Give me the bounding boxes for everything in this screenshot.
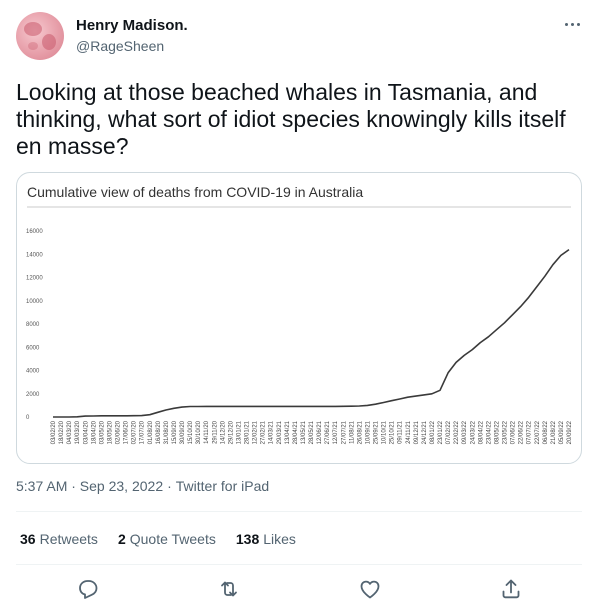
x-tick-label: 18/05/20 [107, 420, 113, 444]
x-tick-label: 23/05/22 [503, 420, 509, 444]
reply-icon[interactable] [76, 577, 100, 601]
x-tick-label: 29/11/20 [212, 420, 218, 444]
x-tick-label: 24/12/21 [422, 420, 428, 444]
stats-row: 36 Retweets 2 Quote Tweets 138 Likes [20, 531, 296, 547]
x-tick-label: 27/06/21 [325, 420, 331, 444]
x-tick-label: 14/12/20 [220, 420, 226, 444]
x-tick-label: 10/09/21 [365, 420, 371, 444]
x-tick-label: 24/03/22 [470, 420, 476, 444]
chart: Cumulative view of deaths from COVID-19 … [26, 184, 573, 444]
x-tick-label: 02/06/20 [116, 420, 122, 444]
x-tick-label: 10/10/21 [382, 420, 388, 444]
likes-stat[interactable]: 138 Likes [236, 531, 296, 547]
x-tick-label: 07/06/22 [511, 420, 517, 444]
x-tick-label: 23/04/22 [486, 420, 492, 444]
x-tick-label: 07/02/22 [446, 420, 452, 444]
x-tick-label: 16/08/20 [156, 420, 162, 444]
x-tick-label: 09/03/22 [462, 420, 468, 444]
x-tick-label: 12/06/21 [317, 420, 323, 444]
x-tick-label: 25/09/21 [374, 420, 380, 444]
x-tick-label: 12/07/21 [333, 420, 339, 444]
x-tick-label: 15/09/20 [172, 420, 178, 444]
x-tick-label: 27/02/21 [261, 420, 267, 444]
x-tick-label: 08/05/22 [494, 420, 500, 444]
x-tick-label: 15/10/20 [188, 420, 194, 444]
action-bar [0, 573, 598, 605]
x-tick-label: 03/04/20 [83, 420, 89, 444]
x-tick-label: 22/07/22 [535, 420, 541, 444]
x-tick-label: 02/07/20 [132, 420, 138, 444]
x-tick-label: 07/07/22 [527, 420, 533, 444]
author-name[interactable]: Henry Madison. [76, 17, 188, 34]
x-tick-label: 08/04/22 [478, 420, 484, 444]
x-tick-label: 08/01/22 [430, 420, 436, 444]
heart-icon[interactable] [358, 577, 382, 601]
x-tick-label: 18/04/20 [91, 420, 97, 444]
author-handle[interactable]: @RageSheen [76, 38, 164, 54]
x-tick-label: 24/11/21 [406, 420, 412, 444]
x-tick-label: 13/05/21 [301, 420, 307, 444]
x-tick-label: 13/01/21 [236, 420, 242, 444]
share-icon[interactable] [499, 577, 523, 601]
x-tick-label: 29/03/21 [277, 420, 283, 444]
x-tick-label: 09/12/21 [414, 420, 420, 444]
x-tick-label: 30/09/20 [180, 420, 186, 444]
avatar[interactable] [16, 12, 64, 60]
x-tick-label: 28/05/21 [309, 420, 315, 444]
x-tick-label: 29/12/20 [228, 420, 234, 444]
x-tick-label: 03/02/20 [51, 420, 57, 444]
y-tick-label: 10000 [26, 299, 43, 305]
x-tick-label: 18/02/20 [59, 420, 65, 444]
x-tick-label: 14/03/21 [269, 420, 275, 444]
y-tick-label: 16000 [26, 229, 43, 235]
x-tick-label: 19/03/20 [75, 420, 81, 444]
chart-title: Cumulative view of deaths from COVID-19 … [27, 184, 363, 200]
x-tick-label: 30/10/20 [196, 420, 202, 444]
y-tick-label: 4000 [26, 369, 40, 375]
x-tick-label: 04/03/20 [67, 420, 73, 444]
x-tick-label: 17/06/20 [124, 420, 130, 444]
x-tick-label: 14/11/20 [204, 420, 210, 444]
x-tick-label: 22/02/22 [454, 420, 460, 444]
x-tick-label: 31/08/20 [164, 420, 170, 444]
quote-tweets-stat[interactable]: 2 Quote Tweets [118, 531, 216, 547]
x-tick-label: 20/09/22 [567, 420, 573, 444]
divider [16, 511, 582, 512]
x-tick-label: 21/08/22 [551, 420, 557, 444]
timestamp[interactable]: 5:37 AM · Sep 23, 2022 [16, 478, 163, 494]
tweet-text: Looking at those beached whales in Tasma… [16, 79, 566, 159]
x-tick-label: 28/01/21 [245, 420, 251, 444]
y-tick-label: 6000 [26, 345, 40, 351]
chart-card[interactable]: Cumulative view of deaths from COVID-19 … [16, 172, 582, 464]
retweets-stat[interactable]: 36 Retweets [20, 531, 98, 547]
x-tick-label: 05/09/22 [559, 420, 565, 444]
retweet-icon[interactable] [217, 577, 241, 601]
y-tick-label: 8000 [26, 322, 40, 328]
divider [16, 564, 582, 565]
x-tick-label: 26/08/21 [357, 420, 363, 444]
x-tick-label: 13/04/21 [285, 420, 291, 444]
x-tick-label: 12/02/21 [253, 420, 259, 444]
x-tick-label: 28/04/21 [293, 420, 299, 444]
x-tick-label: 23/01/22 [438, 420, 444, 444]
series-line [53, 248, 570, 418]
x-tick-label: 01/08/20 [148, 420, 154, 444]
x-tick-label: 17/07/20 [140, 420, 146, 444]
x-tick-label: 03/05/20 [99, 420, 105, 444]
x-tick-label: 09/11/21 [398, 420, 404, 444]
y-tick-label: 14000 [26, 252, 43, 258]
y-tick-label: 12000 [26, 276, 43, 282]
tweet-meta: 5:37 AM · Sep 23, 2022 · Twitter for iPad [16, 478, 270, 494]
x-tick-label: 11/08/21 [349, 420, 355, 444]
y-tick-label: 2000 [26, 392, 40, 398]
x-tick-label: 25/10/21 [390, 420, 396, 444]
more-icon[interactable] [560, 14, 584, 34]
y-tick-label: 0 [26, 415, 30, 421]
x-tick-label: 06/08/22 [543, 420, 549, 444]
x-tick-label: 22/06/22 [519, 420, 525, 444]
source[interactable]: Twitter for iPad [176, 478, 269, 494]
x-tick-label: 27/07/21 [341, 420, 347, 444]
